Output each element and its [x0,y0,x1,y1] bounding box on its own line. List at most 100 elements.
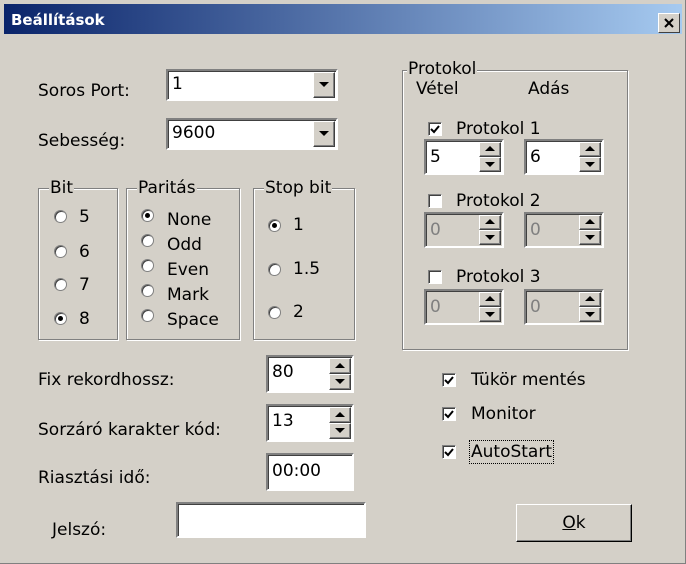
bit-option-6: 6 [79,242,90,262]
bit-option-8: 8 [79,309,90,329]
spin-down-icon [485,235,495,240]
speed-select[interactable]: 9600 [166,118,338,150]
protocol-2-label: Protokol 2 [456,191,541,211]
protocol-2-send-down[interactable] [579,230,601,245]
parity-option-odd: Odd [167,235,202,255]
protocol-2-receive-up[interactable] [479,215,501,230]
protocol-3-checkbox[interactable] [428,270,442,284]
protocol-3-send-value: 0 [530,297,541,317]
protocol-1-send-down[interactable] [579,157,601,172]
parity-radio-even[interactable] [141,259,154,272]
stopbit-radio-1[interactable] [268,219,281,232]
protocol-3-send-down[interactable] [579,307,601,322]
close-button[interactable] [658,13,680,33]
protocol-2-send-spinner[interactable]: 0 [524,212,604,248]
mirror-save-label: Tükör mentés [471,370,586,390]
spin-down-icon [585,162,595,167]
fixed-record-up[interactable] [329,358,351,374]
protocol-1-receive-down[interactable] [479,157,501,172]
protocol-1-checkbox[interactable] [428,122,442,136]
protocol-1-receive-up[interactable] [479,142,501,157]
serial-port-dropdown-button[interactable] [313,72,335,98]
spin-up-icon [485,219,495,224]
line-end-char-spinner[interactable]: 13 [266,404,354,442]
protocol-3-receive-up[interactable] [479,292,501,307]
bit-radio-5[interactable] [54,210,67,223]
speed-dropdown-button[interactable] [313,121,335,147]
fixed-record-spinner[interactable]: 80 [266,355,354,393]
serial-port-select[interactable]: 1 [166,69,338,101]
alarm-time-input[interactable]: 00:00 [266,453,354,491]
parity-radio-odd[interactable] [141,234,154,247]
spin-down-icon [485,312,495,317]
mirror-save-checkbox[interactable] [442,373,456,387]
bit-group-title: Bit [49,178,75,198]
protocol-2-checkbox[interactable] [428,194,442,208]
parity-radio-mark[interactable] [141,284,154,297]
spin-down-icon [335,379,345,384]
protocol-2-receive-down[interactable] [479,230,501,245]
stopbit-radio-1-5[interactable] [268,263,281,276]
autostart-label: AutoStart [469,440,554,464]
protocol-1-receive-value: 5 [430,147,441,167]
ok-button[interactable]: Ok [516,504,632,542]
protocol-3-receive-down[interactable] [479,307,501,322]
speed-label: Sebesség: [38,131,126,151]
speed-value: 9600 [172,123,216,143]
chevron-down-icon [319,82,329,87]
spin-up-icon [585,146,595,151]
line-end-char-label: Sorzáró karakter kód: [38,420,221,440]
spin-up-icon [485,296,495,301]
ok-button-label: Ok [562,513,586,533]
protocol-2-send-up[interactable] [579,215,601,230]
checkmark-icon [430,125,440,134]
bit-radio-6[interactable] [54,245,67,258]
spin-down-icon [335,428,345,433]
protocol-3-send-spinner[interactable]: 0 [524,289,604,325]
settings-dialog: Beállítások Soros Port: 1 Sebesség: 9600… [0,0,686,564]
protocol-3-receive-value: 0 [430,297,441,317]
spin-up-icon [335,363,345,368]
autostart-checkbox[interactable] [442,445,456,459]
monitor-label: Monitor [471,404,536,424]
protocol-1-label: Protokol 1 [456,119,541,139]
parity-group-title: Paritás [137,178,197,198]
title-bar[interactable]: Beállítások [4,4,682,34]
protocol-2-send-value: 0 [530,220,541,240]
spin-up-icon [585,296,595,301]
protocol-1-send-spinner[interactable]: 6 [524,139,604,175]
checkmark-icon [444,410,454,419]
spin-up-icon [485,146,495,151]
bit-radio-7[interactable] [54,278,67,291]
window-title: Beállítások [11,11,105,29]
stopbit-radio-2[interactable] [268,306,281,319]
line-end-char-down[interactable] [329,423,351,439]
protocol-1-receive-spinner[interactable]: 5 [424,139,504,175]
checkmark-icon [444,448,454,457]
fixed-record-value: 80 [272,362,294,382]
parity-radio-space[interactable] [141,309,154,322]
protocol-2-receive-value: 0 [430,220,441,240]
bit-radio-8[interactable] [54,312,67,325]
protocol-3-label: Protokol 3 [456,267,541,287]
protocol-3-receive-spinner[interactable]: 0 [424,289,504,325]
parity-option-even: Even [167,260,210,280]
fixed-record-down[interactable] [329,374,351,390]
parity-radio-none[interactable] [141,209,154,222]
bit-option-5: 5 [79,207,90,227]
password-input[interactable] [176,502,366,538]
protocol-2-receive-spinner[interactable]: 0 [424,212,504,248]
parity-option-none: None [167,210,212,230]
alarm-time-label: Riasztási idő: [38,468,151,488]
spin-up-icon [585,219,595,224]
protocol-send-header: Adás [528,79,570,99]
stopbit-option-2: 2 [293,302,304,322]
protocol-1-send-up[interactable] [579,142,601,157]
monitor-checkbox[interactable] [442,407,456,421]
password-label: Jelszó: [52,520,107,540]
line-end-char-up[interactable] [329,407,351,423]
spin-down-icon [585,312,595,317]
protocol-3-send-up[interactable] [579,292,601,307]
chevron-down-icon [319,131,329,136]
line-end-char-value: 13 [272,411,294,431]
